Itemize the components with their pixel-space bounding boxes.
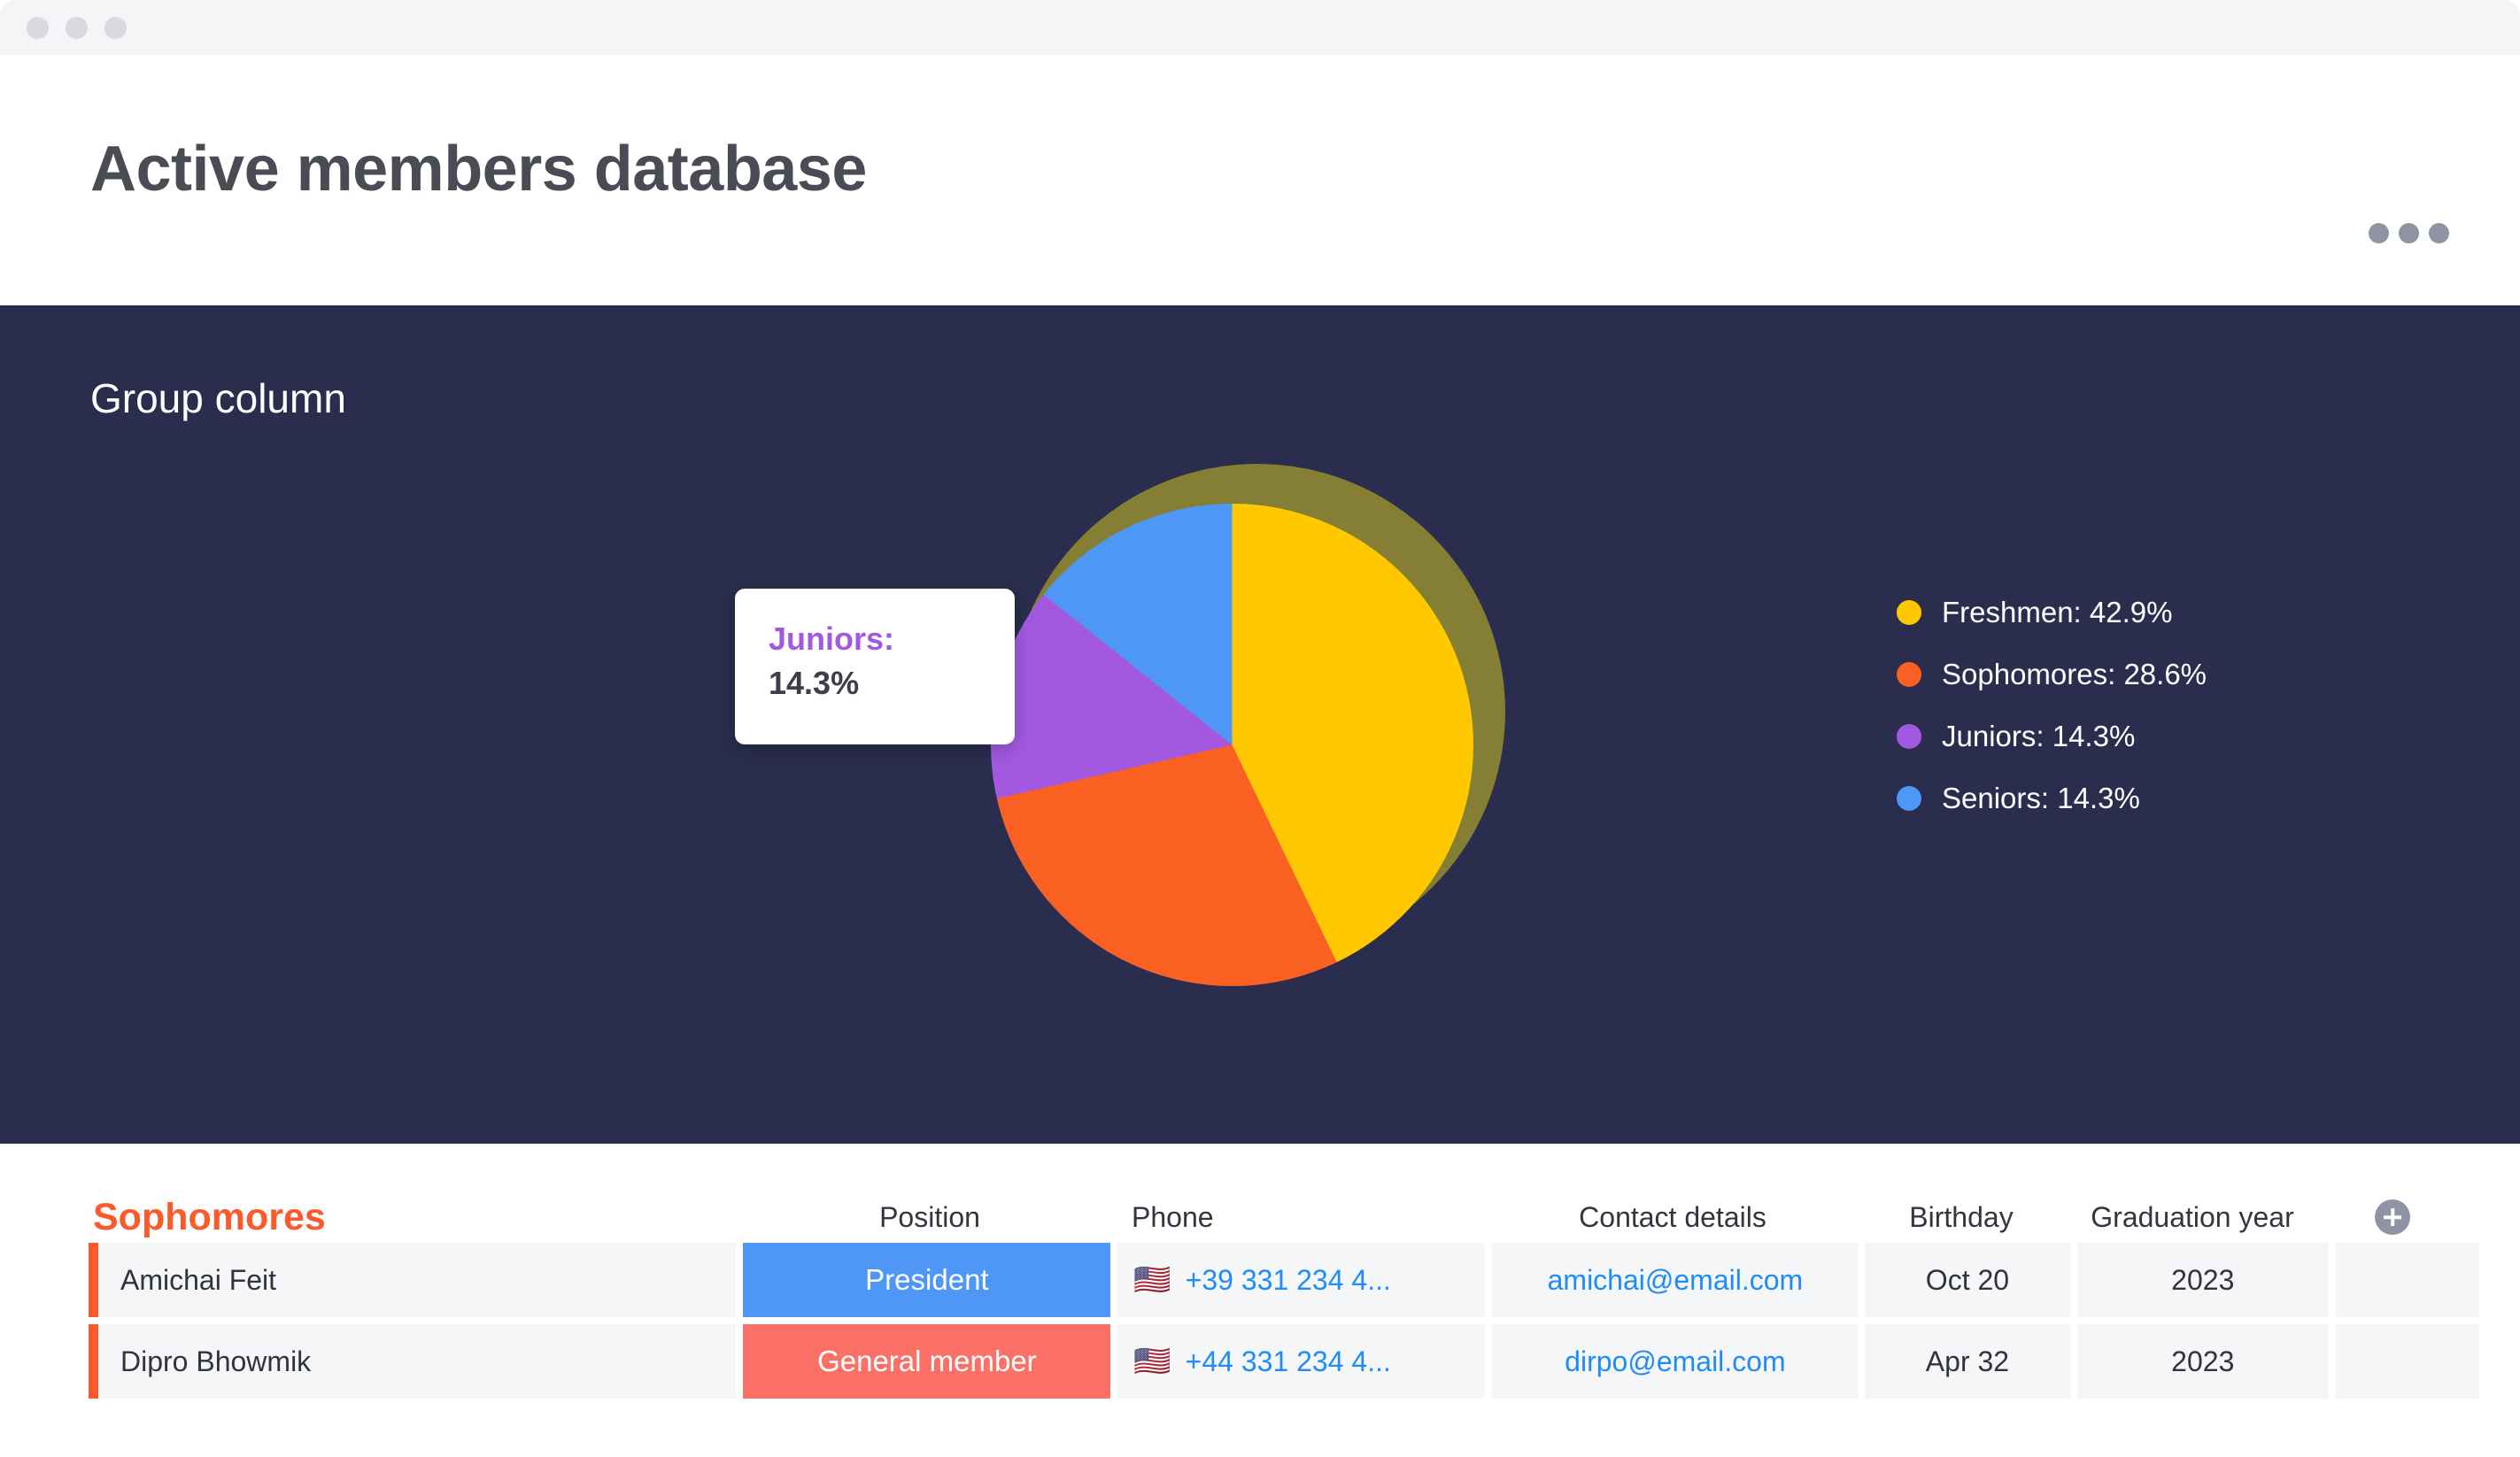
email-link[interactable]: amichai@email.com [1548, 1264, 1804, 1297]
tooltip-value: 14.3% [769, 664, 860, 701]
phone-link[interactable]: +44 331 234 4... [1186, 1345, 1391, 1378]
legend-item-label: Juniors: 14.3% [1942, 720, 2136, 752]
legend-item-seniors[interactable]: Seniors: 14.3% [1897, 782, 2207, 815]
close-dot[interactable] [27, 16, 49, 39]
legend-item-label: Seniors: 14.3% [1942, 782, 2140, 814]
row-accent-bar [89, 1243, 98, 1317]
phone-link[interactable]: +39 331 234 4... [1186, 1264, 1391, 1297]
page-header: Active members database [0, 55, 2520, 305]
ellipsis-icon-dot-2 [2399, 223, 2419, 243]
legend-item-sophomores[interactable]: Sophomores: 28.6% [1897, 658, 2207, 691]
browser-titlebar [0, 0, 2520, 55]
legend-swatch-icon [1897, 786, 1921, 811]
graduation-year-cell[interactable]: 2023 [2076, 1324, 2330, 1399]
add-column-cell [2320, 1191, 2465, 1243]
column-header-graduation-year[interactable]: Graduation year [2065, 1191, 2320, 1243]
column-header-phone[interactable]: Phone [1116, 1191, 1488, 1243]
ellipsis-icon-dot-1 [2369, 223, 2389, 243]
members-table: Sophomores Position Phone Contact details Bi… [89, 1191, 2480, 1406]
chart-legend: Freshmen: 42.9% Sophomores: 28.6% Juniors:… [1897, 596, 2207, 815]
pie-tooltip: Juniors: 14.3% [735, 589, 1015, 744]
maximize-dot[interactable] [104, 16, 127, 39]
row-accent-bar [89, 1324, 98, 1399]
position-badge: President [743, 1243, 1111, 1317]
table-row[interactable]: Dipro Bhowmik General member 🇺🇸 +44 331 234… [89, 1324, 2480, 1399]
graduation-year-cell[interactable]: 2023 [2076, 1243, 2330, 1317]
birthday-cell[interactable]: Apr 32 [1865, 1324, 2070, 1399]
position-cell[interactable]: General member [743, 1324, 1111, 1399]
table-header-row: Sophomores Position Phone Contact details Bi… [89, 1191, 2479, 1243]
group-title: Sophomores [93, 1195, 326, 1238]
legend-item-juniors[interactable]: Juniors: 14.3% [1897, 720, 2207, 753]
ellipsis-icon-dot-3 [2429, 223, 2449, 243]
table-row[interactable]: Amichai Feit President 🇺🇸 +39 331 234 4... a… [89, 1243, 2480, 1317]
app-window: Active members database Group column Fre… [0, 0, 2520, 1457]
phone-cell[interactable]: 🇺🇸 +39 331 234 4... [1117, 1243, 1486, 1317]
page-title: Active members database [90, 134, 867, 204]
empty-cell [2336, 1243, 2480, 1317]
plus-circle-icon[interactable] [2375, 1199, 2410, 1235]
email-link[interactable]: dirpo@email.com [1565, 1345, 1785, 1378]
pie-chart[interactable] [991, 464, 1505, 986]
legend-item-freshmen[interactable]: Freshmen: 42.9% [1897, 596, 2207, 629]
phone-cell[interactable]: 🇺🇸 +44 331 234 4... [1117, 1324, 1486, 1399]
member-name-cell[interactable]: Amichai Feit [89, 1243, 737, 1317]
column-header-birthday[interactable]: Birthday [1858, 1191, 2065, 1243]
minimize-dot[interactable] [66, 16, 88, 39]
contact-details-cell[interactable]: amichai@email.com [1492, 1243, 1859, 1317]
more-options-button[interactable] [2369, 223, 2449, 243]
position-cell[interactable]: President [743, 1243, 1111, 1317]
tooltip-label: Juniors: [769, 621, 895, 657]
legend-swatch-icon [1897, 600, 1921, 625]
empty-cell [2336, 1324, 2480, 1399]
legend-swatch-icon [1897, 724, 1921, 749]
position-badge: General member [743, 1324, 1111, 1399]
legend-item-label: Sophomores: 28.6% [1942, 658, 2207, 690]
birthday-cell[interactable]: Oct 20 [1865, 1243, 2070, 1317]
member-name-cell[interactable]: Dipro Bhowmik [89, 1324, 737, 1399]
chart-title: Group column [90, 375, 346, 421]
member-name-text: Amichai Feit [120, 1263, 277, 1296]
contact-details-cell[interactable]: dirpo@email.com [1492, 1324, 1859, 1399]
legend-swatch-icon [1897, 662, 1921, 687]
column-header-position[interactable]: Position [744, 1191, 1116, 1243]
member-name-text: Dipro Bhowmik [120, 1345, 312, 1377]
column-header-contact-details[interactable]: Contact details [1488, 1191, 1858, 1243]
legend-item-label: Freshmen: 42.9% [1942, 596, 2173, 628]
table-section: Sophomores Position Phone Contact details Bi… [0, 1144, 2520, 1457]
us-flag-icon: 🇺🇸 [1133, 1345, 1171, 1378]
us-flag-icon: 🇺🇸 [1133, 1263, 1171, 1297]
pie-disc[interactable] [991, 504, 1473, 986]
